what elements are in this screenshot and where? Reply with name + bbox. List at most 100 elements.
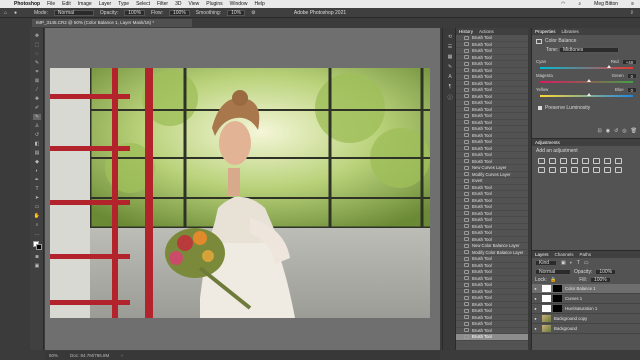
pen-tool-icon[interactable]: ✒ — [33, 177, 41, 183]
filter-shape-icon[interactable]: ▭ — [584, 260, 589, 266]
slider-knob[interactable] — [586, 93, 591, 96]
zoom-tool-icon[interactable]: ⌕ — [33, 222, 41, 228]
layer-visibility-icon[interactable]: ● — [532, 316, 539, 321]
photo-filter-icon[interactable] — [538, 167, 545, 173]
threshold-icon[interactable] — [593, 167, 600, 173]
filter-type-icon[interactable]: T — [577, 260, 580, 266]
layer-name[interactable]: Color Balance 1 — [565, 286, 596, 291]
reset-icon[interactable]: ↺ — [614, 128, 618, 134]
settings-gear-icon[interactable]: ⚙ — [251, 10, 255, 16]
layer-thumbnail[interactable] — [542, 295, 551, 302]
filter-adjustment-icon[interactable]: ◐ — [570, 260, 573, 266]
color-slider-track[interactable] — [540, 93, 633, 97]
flow-field[interactable]: 100% — [169, 9, 190, 16]
smoothing-field[interactable]: 10% — [227, 9, 246, 16]
layer-row[interactable]: ● Curves 1 — [532, 294, 640, 304]
layer-visibility-icon[interactable]: ● — [532, 286, 539, 291]
type-tool-icon[interactable]: T — [33, 186, 41, 192]
document-tab[interactable]: IMP_3145.CR2 @ 50% (Color Balance 1, Lay… — [32, 19, 192, 27]
menu-select[interactable]: Select — [136, 1, 150, 7]
pencil-tool-icon[interactable]: ✐ — [33, 105, 41, 111]
info-panel-icon[interactable]: ⓘ — [446, 94, 454, 101]
layer-mask-thumbnail[interactable] — [553, 295, 562, 302]
preserve-luminosity-checkbox[interactable] — [538, 106, 542, 110]
layer-name[interactable]: Background copy — [554, 316, 587, 321]
color-lookup-icon[interactable] — [560, 167, 567, 173]
invert-icon[interactable] — [571, 167, 578, 173]
filter-pixel-icon[interactable]: ▣ — [561, 260, 566, 266]
layer-thumbnail[interactable] — [542, 305, 551, 312]
healing-tool-icon[interactable]: ✚ — [33, 96, 41, 102]
menu-window[interactable]: Window — [230, 1, 248, 7]
layer-mask-thumbnail[interactable] — [553, 285, 562, 292]
tab-actions[interactable]: Actions — [479, 29, 494, 34]
dodge-tool-icon[interactable]: ◐ — [33, 168, 41, 174]
brush-preset-icon[interactable]: ● — [14, 10, 17, 16]
menu-image[interactable]: Image — [78, 1, 92, 7]
layer-mask-thumbnail[interactable] — [553, 305, 562, 312]
move-tool-icon[interactable]: ✥ — [33, 33, 41, 39]
layer-opacity-field[interactable]: 100% — [595, 269, 617, 275]
layer-row[interactable]: ● Color Balance 1 — [532, 284, 640, 294]
eyedropper-tool-icon[interactable]: ⁄ — [33, 87, 41, 93]
gradient-map-icon[interactable] — [604, 167, 611, 173]
color-balance-adj-icon[interactable] — [604, 158, 611, 164]
layer-row[interactable]: ● Background — [532, 324, 640, 334]
color-slider-track[interactable] — [540, 79, 633, 83]
slider-knob[interactable] — [586, 79, 591, 82]
screen-mode-icon[interactable]: ▣ — [33, 263, 41, 269]
brush-tool-icon[interactable]: ✎ — [33, 114, 41, 120]
brightness-icon[interactable] — [538, 158, 545, 164]
tab-properties[interactable]: Properties — [535, 29, 556, 34]
layer-thumbnail[interactable] — [542, 325, 551, 332]
view-previous-icon[interactable]: ◉ — [606, 128, 610, 134]
wifi-icon[interactable]: ◠ — [561, 1, 565, 7]
layer-row[interactable]: ● Background copy — [532, 314, 640, 324]
quick-select-tool-icon[interactable]: ✎ — [33, 60, 41, 66]
lock-icon[interactable]: 🔒 — [550, 277, 556, 283]
document-image[interactable] — [50, 68, 430, 318]
quick-mask-icon[interactable]: ◙ — [33, 254, 41, 260]
mode-select[interactable]: Normal — [53, 9, 94, 16]
layer-visibility-icon[interactable]: ● — [532, 306, 539, 311]
slider-knob[interactable] — [606, 65, 611, 68]
marquee-tool-icon[interactable]: ⬚ — [33, 42, 41, 48]
menu-type[interactable]: Type — [118, 1, 129, 7]
crop-tool-icon[interactable]: ⌗ — [33, 69, 41, 75]
menu-file[interactable]: File — [47, 1, 55, 7]
shape-tool-icon[interactable]: ▭ — [33, 204, 41, 210]
character-panel-icon[interactable]: A — [446, 74, 454, 80]
tab-history[interactable]: History — [459, 29, 473, 34]
layer-name[interactable]: Background — [554, 326, 577, 331]
zoom-level[interactable]: 50% — [49, 353, 58, 358]
slider-value-field[interactable]: 0 — [626, 87, 637, 93]
search-icon[interactable]: ⌕ — [578, 1, 581, 7]
vibrance-icon[interactable] — [582, 158, 589, 164]
tab-adjustments[interactable]: Adjustments — [535, 140, 560, 145]
visibility-icon[interactable]: ◎ — [622, 128, 626, 134]
exposure-icon[interactable] — [571, 158, 578, 164]
clip-icon[interactable]: ⊡ — [597, 128, 601, 134]
hand-tool-icon[interactable]: ✋ — [33, 213, 41, 219]
levels-icon[interactable] — [549, 158, 556, 164]
document-size[interactable]: Doc: 84.7M/786.8M — [70, 353, 109, 358]
fill-field[interactable]: 100% — [589, 277, 611, 283]
blend-mode-select[interactable]: Normal — [535, 269, 571, 275]
menu-plugins[interactable]: Plugins — [206, 1, 222, 7]
eraser-tool-icon[interactable]: ◧ — [33, 141, 41, 147]
tab-paths[interactable]: Paths — [580, 252, 592, 257]
tab-channels[interactable]: Channels — [555, 252, 574, 257]
tab-libraries[interactable]: Libraries — [562, 29, 579, 34]
home-icon[interactable]: ⌂ — [4, 10, 7, 16]
layer-row[interactable]: ● Hue/Saturation 1 — [532, 304, 640, 314]
menu-filter[interactable]: Filter — [157, 1, 168, 7]
color-slider-track[interactable] — [540, 65, 633, 69]
layer-visibility-icon[interactable]: ● — [532, 326, 539, 331]
control-center-icon[interactable]: ≡ — [631, 1, 634, 7]
tone-select[interactable]: Midtones — [559, 47, 619, 53]
lasso-tool-icon[interactable]: ◌ — [33, 51, 41, 57]
layer-visibility-icon[interactable]: ● — [532, 296, 539, 301]
channel-mixer-icon[interactable] — [549, 167, 556, 173]
user-name[interactable]: Meg Bitton — [594, 1, 618, 7]
more-tools-icon[interactable]: … — [33, 231, 41, 237]
